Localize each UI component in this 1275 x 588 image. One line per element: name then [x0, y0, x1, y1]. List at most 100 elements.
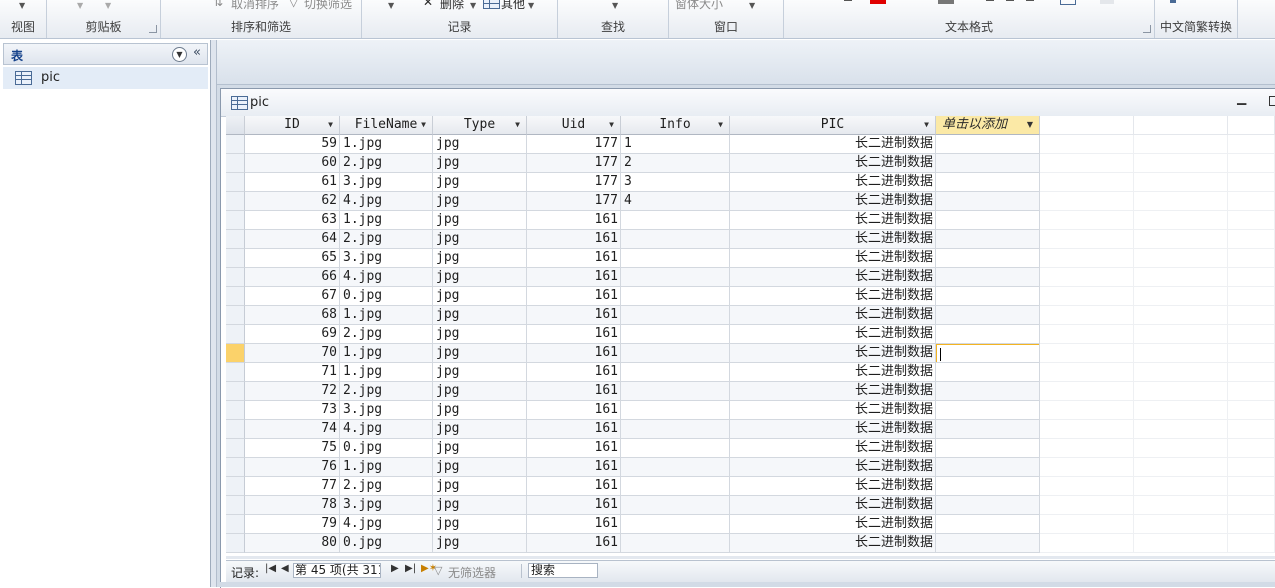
cell-pic[interactable]: 长二进制数据 [730, 401, 936, 420]
cell-pic[interactable]: 长二进制数据 [730, 287, 936, 306]
cell-filename[interactable]: 3.jpg [340, 496, 433, 515]
nav-pane-header[interactable]: 表 ▼ « [3, 43, 208, 65]
cell-uid[interactable]: 161 [527, 325, 621, 344]
cell-info[interactable] [621, 420, 730, 439]
cell-filename[interactable]: 1.jpg [340, 211, 433, 230]
row-selector[interactable] [226, 192, 245, 211]
cell-add-new[interactable] [936, 439, 1040, 458]
cell-pic[interactable]: 长二进制数据 [730, 230, 936, 249]
cell-filename[interactable]: 3.jpg [340, 401, 433, 420]
more-button[interactable]: 其他 [501, 0, 525, 12]
cell-uid[interactable]: 161 [527, 477, 621, 496]
cell-uid[interactable]: 161 [527, 211, 621, 230]
cell-info[interactable] [621, 496, 730, 515]
cell-pic[interactable]: 长二进制数据 [730, 173, 936, 192]
cell-id[interactable]: 61 [245, 173, 340, 192]
cell-type[interactable]: jpg [433, 154, 527, 173]
current-record-field[interactable]: 第 45 项(共 311 [293, 563, 381, 578]
cell-id[interactable]: 65 [245, 249, 340, 268]
cell-uid[interactable]: 177 [527, 154, 621, 173]
first-record-icon[interactable]: |◀ [265, 563, 276, 574]
table-row[interactable]: 77 2.jpg jpg 161 长二进制数据 [226, 477, 1275, 496]
datasheet-titlebar[interactable]: pic ▁ [221, 89, 1275, 117]
chevron-down-icon[interactable]: ▼ [515, 116, 520, 134]
cell-id[interactable]: 68 [245, 306, 340, 325]
cell-type[interactable]: jpg [433, 496, 527, 515]
cell-filename[interactable]: 1.jpg [340, 344, 433, 363]
row-selector[interactable] [226, 325, 245, 344]
cell-type[interactable]: jpg [433, 135, 527, 154]
cell-type[interactable]: jpg [433, 439, 527, 458]
table-row[interactable]: 80 0.jpg jpg 161 长二进制数据 [226, 534, 1275, 553]
table-row[interactable]: 70 1.jpg jpg 161 长二进制数据 [226, 344, 1275, 363]
cell-id[interactable]: 66 [245, 268, 340, 287]
cell-type[interactable]: jpg [433, 363, 527, 382]
cell-pic[interactable]: 长二进制数据 [730, 382, 936, 401]
cell-add-new[interactable] [936, 192, 1040, 211]
table-row[interactable]: 67 0.jpg jpg 161 长二进制数据 [226, 287, 1275, 306]
cell-filename[interactable]: 2.jpg [340, 325, 433, 344]
cell-pic[interactable]: 长二进制数据 [730, 268, 936, 287]
cell-uid[interactable]: 161 [527, 363, 621, 382]
cell-filename[interactable]: 2.jpg [340, 230, 433, 249]
cell-pic[interactable]: 长二进制数据 [730, 325, 936, 344]
table-row[interactable]: 59 1.jpg jpg 177 1 长二进制数据 [226, 135, 1275, 154]
cell-type[interactable]: jpg [433, 382, 527, 401]
row-selector[interactable] [226, 154, 245, 173]
row-selector[interactable] [226, 496, 245, 515]
cell-filename[interactable]: 3.jpg [340, 249, 433, 268]
collapse-left-icon[interactable]: « [193, 45, 201, 60]
cell-info[interactable] [621, 382, 730, 401]
table-row[interactable]: 74 4.jpg jpg 161 长二进制数据 [226, 420, 1275, 439]
cell-id[interactable]: 70 [245, 344, 340, 363]
cell-type[interactable]: jpg [433, 268, 527, 287]
cell-info[interactable] [621, 211, 730, 230]
chevron-down-icon[interactable]: ▼ [612, 1, 618, 10]
toggle-filter-button[interactable]: 切换筛选 [304, 0, 352, 12]
cell-uid[interactable]: 161 [527, 249, 621, 268]
cell-uid[interactable]: 161 [527, 344, 621, 363]
row-selector[interactable] [226, 173, 245, 192]
align-right-icon[interactable] [1026, 0, 1034, 1]
cell-uid[interactable]: 161 [527, 401, 621, 420]
chevron-down-icon[interactable]: ▼ [470, 1, 476, 10]
cell-id[interactable]: 74 [245, 420, 340, 439]
cell-pic[interactable]: 长二进制数据 [730, 534, 936, 553]
table-row[interactable]: 75 0.jpg jpg 161 长二进制数据 [226, 439, 1275, 458]
alt-row-color-icon[interactable] [1100, 0, 1114, 4]
row-selector[interactable] [226, 401, 245, 420]
cell-add-new[interactable] [936, 230, 1040, 249]
prev-record-icon[interactable]: ◀ [281, 563, 289, 574]
window-size-button[interactable]: 窗体大小 [675, 0, 723, 12]
cell-filename[interactable]: 4.jpg [340, 420, 433, 439]
cell-add-new[interactable] [936, 211, 1040, 230]
active-cell[interactable] [936, 344, 1039, 362]
row-selector[interactable] [226, 268, 245, 287]
dialog-launcher-icon[interactable] [149, 25, 157, 33]
cell-uid[interactable]: 161 [527, 496, 621, 515]
cell-uid[interactable]: 177 [527, 135, 621, 154]
chevron-down-icon[interactable]: ▼ [172, 47, 187, 62]
cell-info[interactable]: 2 [621, 154, 730, 173]
cell-filename[interactable]: 4.jpg [340, 515, 433, 534]
row-selector[interactable] [226, 363, 245, 382]
row-selector[interactable] [226, 135, 245, 154]
cell-uid[interactable]: 161 [527, 230, 621, 249]
chevron-down-icon[interactable]: ▼ [388, 1, 394, 10]
cell-filename[interactable]: 2.jpg [340, 154, 433, 173]
row-selector[interactable] [226, 458, 245, 477]
cell-type[interactable]: jpg [433, 401, 527, 420]
cell-filename[interactable]: 0.jpg [340, 287, 433, 306]
cell-pic[interactable]: 长二进制数据 [730, 420, 936, 439]
minimize-icon[interactable]: ▁ [1237, 91, 1246, 105]
cell-uid[interactable]: 161 [527, 458, 621, 477]
cell-add-new[interactable] [936, 173, 1040, 192]
cell-info[interactable] [621, 325, 730, 344]
cell-filename[interactable]: 4.jpg [340, 268, 433, 287]
cell-uid[interactable]: 177 [527, 173, 621, 192]
cell-type[interactable]: jpg [433, 249, 527, 268]
fill-color-icon[interactable] [938, 0, 954, 4]
row-selector[interactable] [226, 306, 245, 325]
column-header-filename[interactable]: FileName ▼ [340, 116, 433, 135]
cell-pic[interactable]: 长二进制数据 [730, 477, 936, 496]
